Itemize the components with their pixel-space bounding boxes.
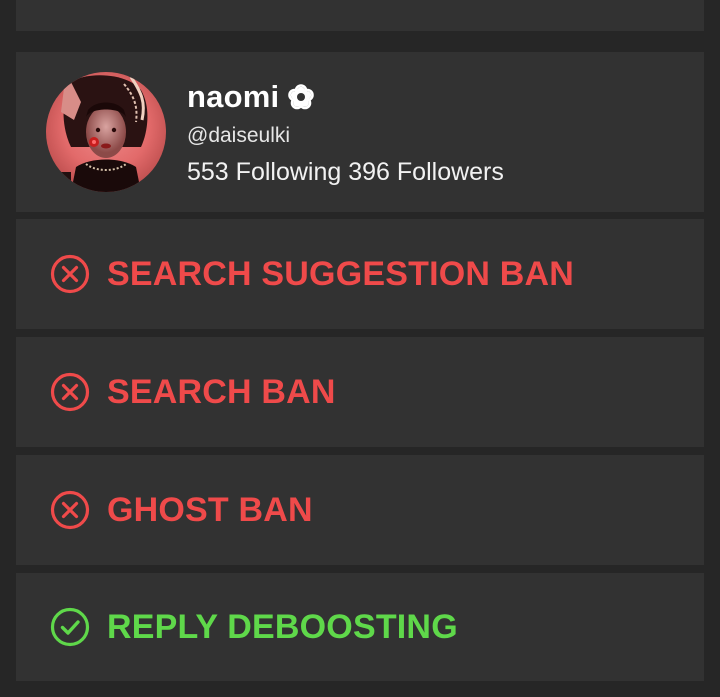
- avatar: [46, 72, 166, 192]
- check-label: SEARCH BAN: [107, 372, 336, 411]
- check-row: REPLY DEBOOSTING: [50, 573, 458, 681]
- check-label: GHOST BAN: [107, 490, 313, 529]
- flower-icon: [288, 84, 315, 110]
- check-search-ban: SEARCH BAN: [16, 337, 704, 447]
- check-row: GHOST BAN: [50, 455, 313, 565]
- profile-name-row: naomi: [187, 78, 315, 116]
- check-label: SEARCH SUGGESTION BAN: [107, 254, 575, 293]
- followers-count[interactable]: 396: [348, 158, 390, 186]
- shadowban-results-page: naomi @daiseulki 553 Following 396 Follo…: [0, 0, 720, 697]
- following-count[interactable]: 553: [187, 158, 229, 186]
- profile-name: naomi: [187, 79, 280, 114]
- check-ghost-ban: GHOST BAN: [16, 455, 704, 565]
- check-circle-icon: [50, 607, 90, 647]
- check-row: SEARCH SUGGESTION BAN: [50, 219, 574, 329]
- x-circle-icon: [50, 254, 90, 294]
- following-label[interactable]: Following: [236, 158, 342, 186]
- follow-stats: 553 Following 396 Followers: [187, 158, 504, 187]
- check-search-suggestion-ban: SEARCH SUGGESTION BAN: [16, 219, 704, 329]
- check-reply-deboosting: REPLY DEBOOSTING: [16, 573, 704, 681]
- followers-label[interactable]: Followers: [397, 158, 504, 186]
- x-circle-icon: [50, 490, 90, 530]
- check-row: SEARCH BAN: [50, 337, 336, 447]
- top-card: [16, 0, 704, 31]
- x-circle-icon: [50, 372, 90, 412]
- avatar-image: [46, 72, 166, 192]
- check-label: REPLY DEBOOSTING: [107, 607, 458, 646]
- profile-handle[interactable]: @daiseulki: [187, 124, 290, 148]
- profile-card: naomi @daiseulki 553 Following 396 Follo…: [16, 52, 704, 212]
